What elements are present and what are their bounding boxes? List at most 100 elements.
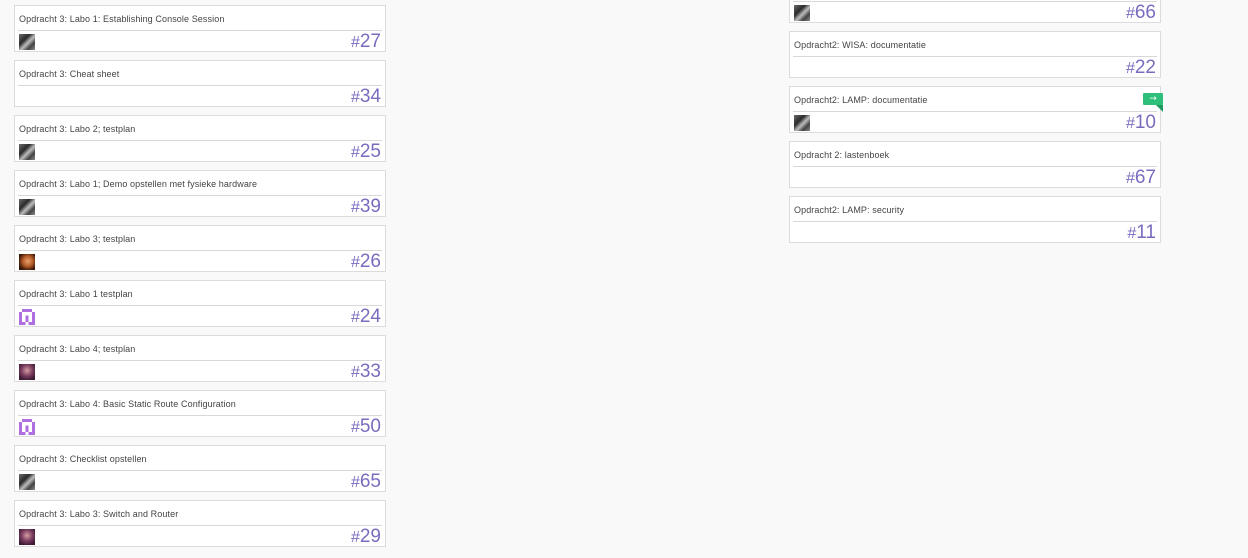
card-divider (18, 470, 382, 471)
card-number-value: 67 (1134, 167, 1156, 188)
card-title: Opdracht 3: Labo 1; Demo opstellen met f… (19, 179, 258, 189)
card-number[interactable]: #67 (1126, 166, 1156, 191)
card-number-value: 27 (359, 31, 381, 52)
card-number[interactable]: #26 (351, 250, 381, 275)
task-card[interactable]: Opdracht 3: Labo 4: Basic Static Route C… (14, 390, 386, 437)
arrow-right-icon[interactable]: → (1143, 93, 1163, 105)
card-number-value: 25 (359, 141, 381, 162)
hash-symbol: # (1125, 5, 1135, 22)
task-card[interactable]: Opdracht 3: Labo 1: Establishing Console… (14, 5, 386, 52)
gray-avatar[interactable] (794, 5, 810, 21)
task-card[interactable]: Opdracht 3: Labo 4; testplan #33 (14, 335, 386, 382)
gray-avatar[interactable] (19, 199, 35, 215)
card-number-value: 26 (359, 251, 381, 272)
hash-symbol: # (350, 364, 360, 381)
card-number[interactable]: #33 (351, 360, 381, 385)
hash-symbol: # (350, 144, 360, 161)
task-card[interactable]: Opdracht2: LAMP: security #11 (789, 196, 1161, 243)
card-number[interactable]: #22 (1126, 56, 1156, 81)
card-divider (18, 250, 382, 251)
hash-symbol: # (350, 199, 360, 216)
card-number[interactable]: #24 (351, 305, 381, 330)
right-card-column: #66 Opdracht2: WISA: documentatie #22 Opdra… (789, 0, 1163, 251)
card-divider (793, 56, 1157, 57)
purple-identicon[interactable] (19, 419, 35, 435)
card-divider (18, 415, 382, 416)
task-card[interactable]: Opdracht 2: lastenboek #67 (789, 141, 1161, 188)
hash-symbol: # (350, 254, 360, 271)
hash-symbol: # (350, 309, 360, 326)
card-number[interactable]: #50 (351, 415, 381, 440)
gray-avatar[interactable] (19, 34, 35, 50)
task-card[interactable]: Opdracht 3: Labo 1; Demo opstellen met f… (14, 170, 386, 217)
card-divider (18, 85, 382, 86)
card-divider (18, 140, 382, 141)
card-number[interactable]: #29 (351, 525, 381, 550)
card-divider (793, 221, 1157, 222)
card-title: Opdracht2: WISA: documentatie (794, 40, 926, 50)
card-title: Opdracht 3: Labo 3: Switch and Router (19, 509, 179, 519)
card-divider (18, 30, 382, 31)
card-divider (18, 360, 382, 361)
card-title: Opdracht 3: Labo 1 testplan (19, 289, 133, 299)
face-avatar[interactable] (19, 254, 35, 270)
card-divider (18, 305, 382, 306)
task-card[interactable]: Opdracht 3: Cheat sheet #34 (14, 60, 386, 107)
card-number[interactable]: #66 (1126, 1, 1156, 26)
purple-identicon[interactable] (19, 309, 35, 325)
card-number[interactable]: #27 (351, 30, 381, 55)
card-number[interactable]: #34 (351, 85, 381, 110)
gray-avatar[interactable] (19, 144, 35, 160)
task-card[interactable]: Opdracht2: LAMP: documentatie #10 → (789, 86, 1163, 136)
task-card[interactable]: Opdracht 3: Labo 3; testplan #26 (14, 225, 386, 272)
card-number-value: 29 (359, 526, 381, 547)
card-title: Opdracht 3: Labo 4; testplan (19, 344, 136, 354)
card-number[interactable]: #11 (1127, 221, 1156, 246)
hash-symbol: # (350, 419, 360, 436)
task-card[interactable]: Opdracht 3: Labo 1 testplan #24 (14, 280, 386, 327)
card-number-value: 10 (1134, 112, 1156, 133)
card-number-value: 34 (359, 86, 381, 107)
task-card[interactable]: Opdracht 3: Labo 3: Switch and Router #29 (14, 500, 386, 547)
card-title: Opdracht 3: Cheat sheet (19, 69, 120, 79)
card-divider (793, 1, 1157, 2)
hash-symbol: # (350, 474, 360, 491)
gray-avatar[interactable] (19, 474, 35, 490)
card-number-value: 33 (359, 361, 381, 382)
card-number-value: 39 (359, 196, 381, 217)
task-card[interactable]: Opdracht2: WISA: documentatie #22 (789, 31, 1161, 78)
card-title: Opdracht 3: Checklist opstellen (19, 454, 147, 464)
card-number-value: 11 (1136, 222, 1156, 243)
card-title: Opdracht 2: lastenboek (794, 150, 890, 160)
card-number-value: 66 (1134, 2, 1156, 23)
card-divider (18, 195, 382, 196)
left-card-column: Opdracht 3: Labo 1: Establishing Console… (14, 5, 388, 555)
card-number-value: 50 (359, 416, 381, 437)
card-divider (793, 111, 1157, 112)
hash-symbol: # (1127, 225, 1137, 242)
card-title: Opdracht 3: Labo 2; testplan (19, 124, 136, 134)
task-card[interactable]: Opdracht 3: Checklist opstellen #65 (14, 445, 386, 492)
card-title: Opdracht2: LAMP: documentatie (794, 95, 928, 105)
card-number[interactable]: #65 (351, 470, 381, 495)
card-title: Opdracht2: LAMP: security (794, 205, 905, 215)
card-number-value: 65 (359, 471, 381, 492)
person-avatar[interactable] (19, 364, 35, 380)
hash-symbol: # (1125, 60, 1135, 77)
task-card[interactable]: Opdracht 3: Labo 2; testplan #25 (14, 115, 386, 162)
card-number[interactable]: #39 (351, 195, 381, 220)
card-title: Opdracht 3: Labo 4: Basic Static Route C… (19, 399, 236, 409)
card-divider (18, 525, 382, 526)
card-title: Opdracht 3: Labo 3; testplan (19, 234, 136, 244)
card-number-value: 22 (1134, 57, 1156, 78)
hash-symbol: # (350, 34, 360, 51)
task-card[interactable]: #66 (789, 0, 1161, 23)
card-title: Opdracht 3: Labo 1: Establishing Console… (19, 14, 225, 24)
card-number[interactable]: #25 (351, 140, 381, 165)
badge-tail (1156, 105, 1163, 112)
hash-symbol: # (1125, 115, 1135, 132)
card-number[interactable]: #10 (1126, 111, 1156, 136)
hash-symbol: # (350, 89, 360, 106)
person-avatar[interactable] (19, 529, 35, 545)
gray-avatar[interactable] (794, 115, 810, 131)
